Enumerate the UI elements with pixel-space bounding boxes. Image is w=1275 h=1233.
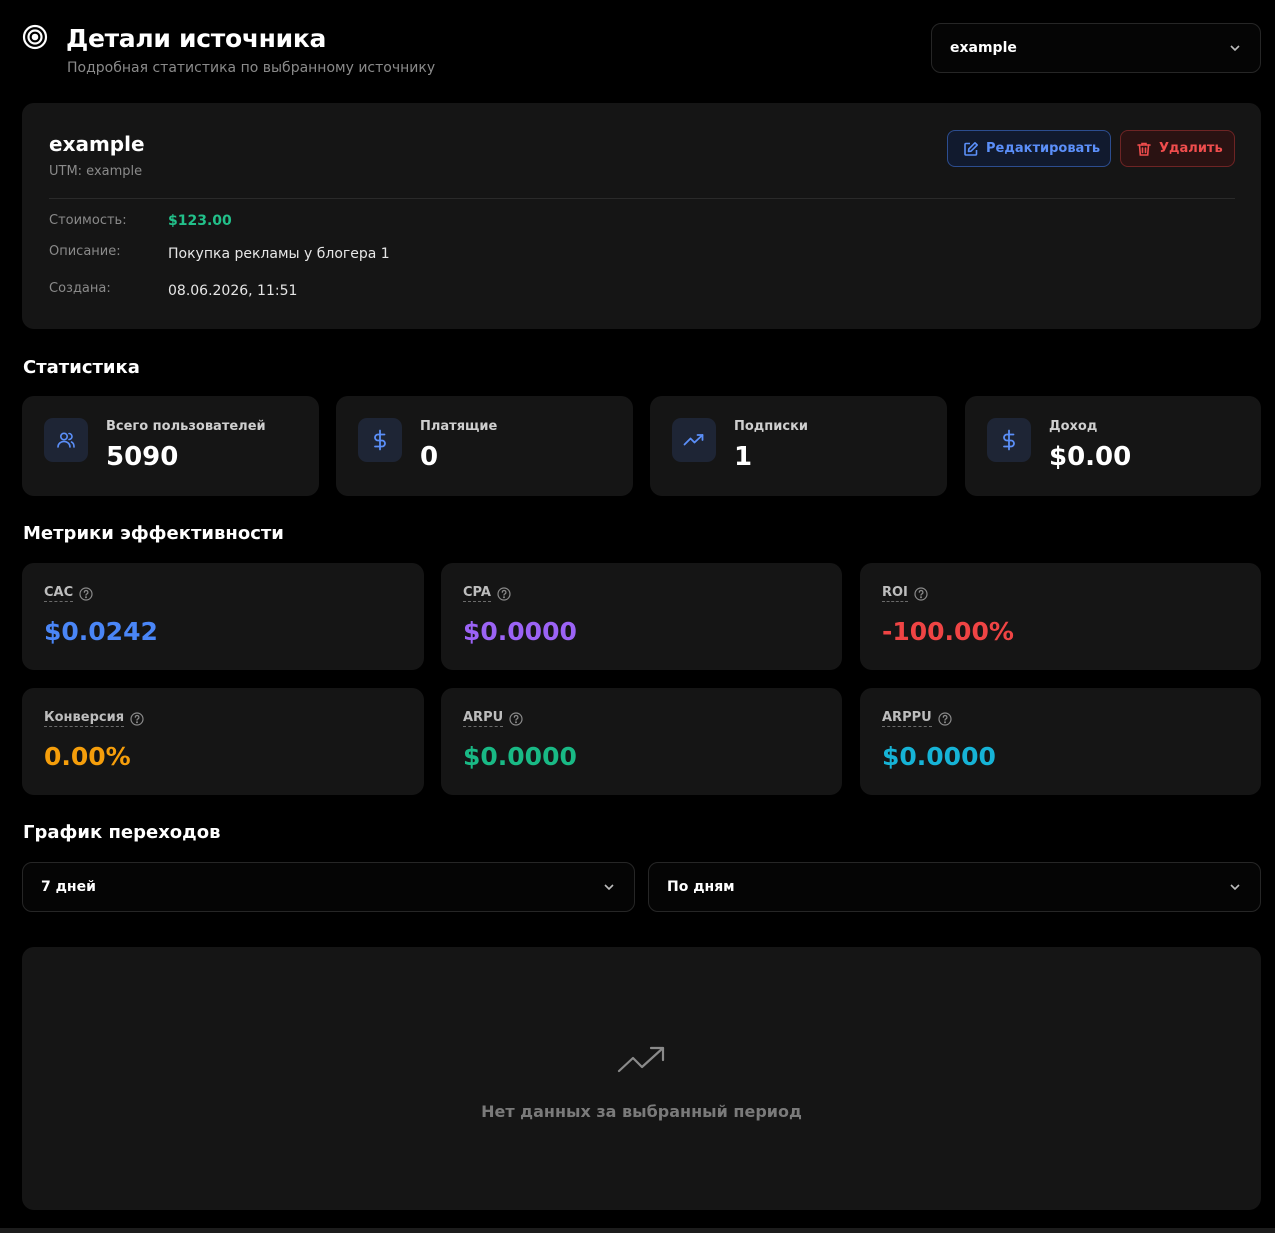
target-icon [22, 24, 48, 50]
statistics-title: Статистика [23, 357, 140, 378]
stat-value: $0.00 [1049, 442, 1132, 472]
created-value: 08.06.2026, 11:51 [168, 283, 298, 299]
stat-card-paying: Платящие 0 [336, 396, 633, 496]
source-utm: UTM: example [49, 164, 143, 179]
trending-up-icon [672, 418, 716, 462]
metric-value: $0.0242 [44, 617, 158, 646]
metric-value: 0.00% [44, 742, 131, 771]
help-circle-icon[interactable] [938, 711, 952, 726]
metric-label[interactable]: CPA [463, 585, 491, 602]
stat-value: 1 [734, 442, 753, 472]
metric-label[interactable]: ROI [882, 585, 908, 602]
cost-label: Стоимость: [49, 213, 127, 228]
period-select-value: 7 дней [41, 879, 96, 895]
stat-label: Всего пользователей [106, 419, 266, 434]
metric-card-cac: CAC $0.0242 [22, 563, 424, 670]
stat-card-total-users: Всего пользователей 5090 [22, 396, 319, 496]
dollar-icon [987, 418, 1031, 462]
trending-up-icon [617, 1045, 667, 1075]
chevron-down-icon [1228, 41, 1242, 55]
stat-value: 0 [420, 442, 439, 472]
chevron-down-icon [1228, 880, 1242, 894]
source-select[interactable]: example [931, 23, 1261, 73]
help-circle-icon[interactable] [130, 711, 144, 726]
source-select-value: example [950, 40, 1017, 56]
empty-state-text: Нет данных за выбранный период [481, 1102, 802, 1121]
page-header: Детали источника Подробная статистика по… [22, 22, 1261, 82]
metric-value: $0.0000 [463, 617, 577, 646]
delete-button[interactable]: Удалить [1120, 130, 1235, 167]
metric-card-arpu: ARPU $0.0000 [441, 688, 842, 795]
metric-card-cpa: CPA $0.0000 [441, 563, 842, 670]
divider [49, 198, 1235, 199]
metric-card-conversion: Конверсия 0.00% [22, 688, 424, 795]
edit-button[interactable]: Редактировать [947, 130, 1111, 167]
edit-icon [963, 141, 979, 157]
metric-label[interactable]: ARPPU [882, 710, 932, 727]
metric-card-arppu: ARPPU $0.0000 [860, 688, 1261, 795]
help-circle-icon[interactable] [509, 711, 523, 726]
page-title: Детали источника [66, 24, 327, 53]
period-select[interactable]: 7 дней [22, 862, 635, 912]
source-name: example [49, 132, 145, 156]
grouping-select[interactable]: По дням [648, 862, 1261, 912]
metric-label[interactable]: ARPU [463, 710, 504, 727]
page-subtitle: Подробная статистика по выбранному источ… [67, 60, 436, 76]
chart-title: График переходов [23, 822, 221, 843]
description-label: Описание: [49, 244, 121, 259]
grouping-select-value: По дням [667, 879, 735, 895]
stat-card-subscriptions: Подписки 1 [650, 396, 947, 496]
cost-value: $123.00 [168, 213, 232, 229]
created-label: Создана: [49, 281, 111, 296]
metric-label[interactable]: Конверсия [44, 710, 125, 727]
chevron-down-icon [602, 880, 616, 894]
stat-value: 5090 [106, 442, 179, 472]
metric-value: $0.0000 [463, 742, 577, 771]
help-circle-icon[interactable] [79, 586, 93, 601]
dollar-icon [358, 418, 402, 462]
metric-value: -100.00% [882, 617, 1014, 646]
description-value: Покупка рекламы у блогера 1 [168, 246, 390, 262]
delete-button-label: Удалить [1159, 141, 1223, 156]
transitions-chart: Нет данных за выбранный период [22, 947, 1261, 1210]
help-circle-icon[interactable] [497, 586, 511, 601]
trash-icon [1136, 141, 1152, 157]
stat-label: Платящие [420, 419, 498, 434]
edit-button-label: Редактировать [986, 141, 1101, 156]
users-icon [44, 418, 88, 462]
metric-value: $0.0000 [882, 742, 996, 771]
metrics-title: Метрики эффективности [23, 523, 284, 544]
metric-card-roi: ROI -100.00% [860, 563, 1261, 670]
stat-card-revenue: Доход $0.00 [965, 396, 1261, 496]
metric-label[interactable]: CAC [44, 585, 74, 602]
scrollbar-track[interactable] [0, 1228, 1275, 1233]
help-circle-icon[interactable] [914, 586, 928, 601]
stat-label: Подписки [734, 419, 809, 434]
stat-label: Доход [1049, 419, 1098, 434]
source-details-card: example UTM: example Редактировать Удали… [22, 103, 1261, 329]
